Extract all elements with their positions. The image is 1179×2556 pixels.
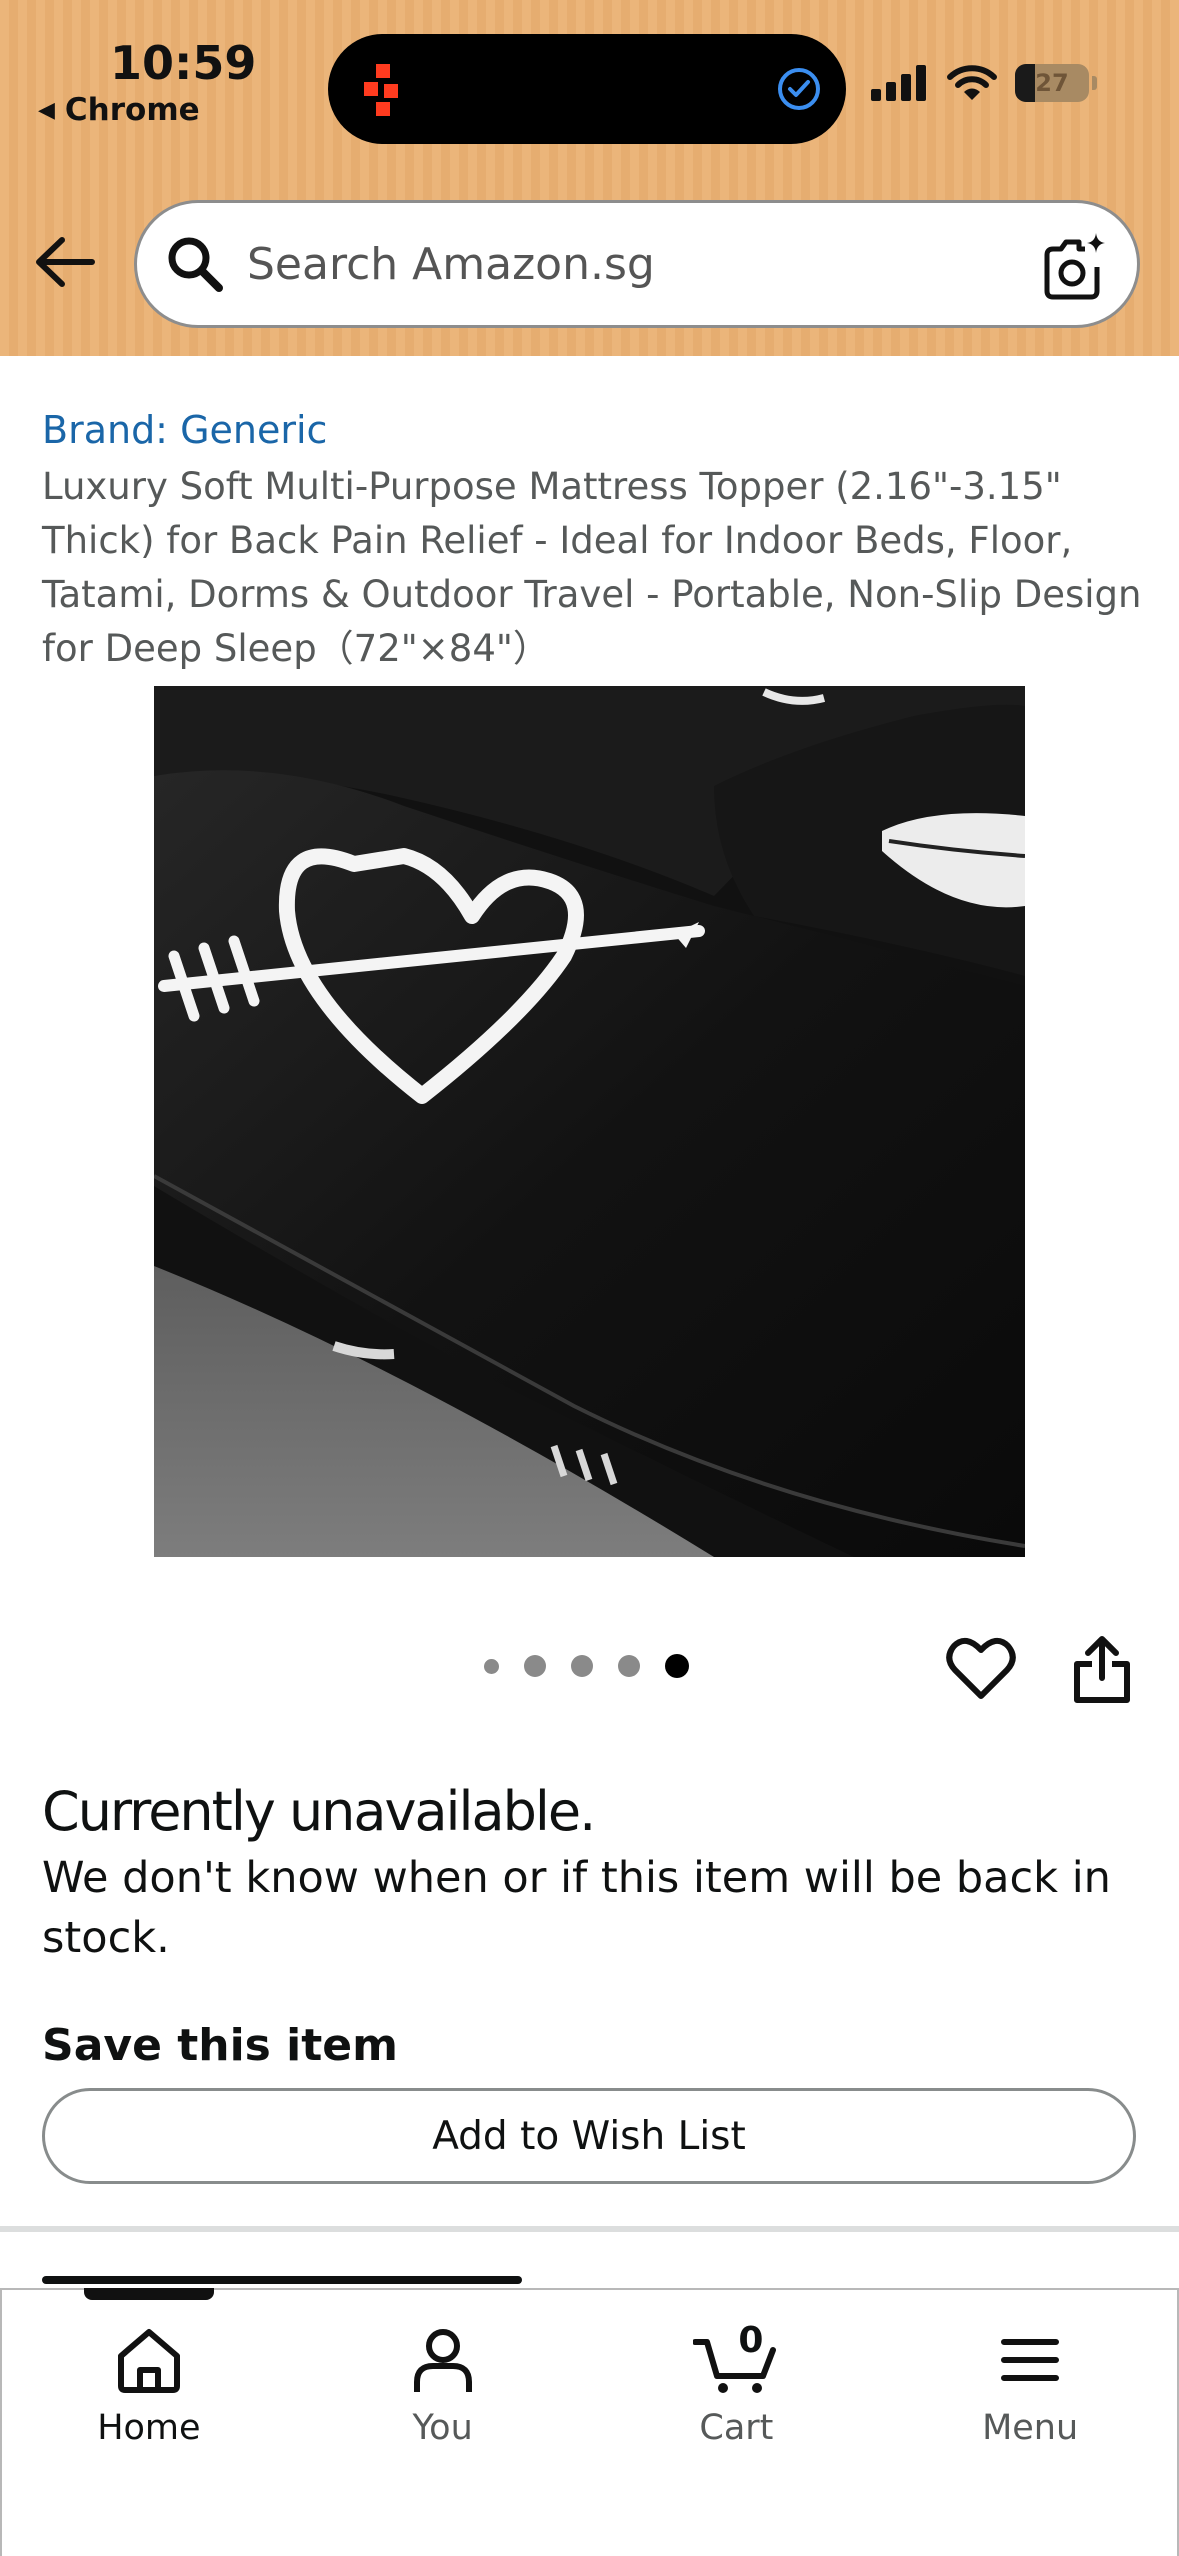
- next-section-heading: [42, 2262, 602, 2290]
- search-icon: [168, 237, 223, 292]
- back-arrow-icon[interactable]: [34, 236, 96, 288]
- image-carousel-dots[interactable]: [484, 1654, 689, 1678]
- cart-count-badge: 0: [738, 2320, 764, 2361]
- back-app-label: Chrome: [64, 92, 200, 128]
- status-time: 10:59: [110, 36, 257, 90]
- share-icon[interactable]: [1072, 1636, 1132, 1704]
- tab-label-menu: Menu: [982, 2408, 1079, 2448]
- availability-message: We don't know when or if this item will …: [42, 1853, 1111, 1963]
- battery-level: 27: [1035, 69, 1069, 97]
- availability-status: Currently unavailable.: [42, 1780, 596, 1843]
- battery-fill: [1015, 64, 1035, 102]
- screen-record-icon: [364, 64, 398, 116]
- top-header: 10:59 ◀ Chrome 27: [0, 0, 1179, 356]
- carousel-dot[interactable]: [484, 1658, 499, 1674]
- mattress-topper-photo: [154, 686, 1025, 1557]
- active-tab-indicator: [84, 2288, 214, 2300]
- menu-icon: [1001, 2339, 1060, 2381]
- battery-nub: [1092, 76, 1097, 90]
- dynamic-island: [328, 34, 846, 144]
- cellular-signal-icon: [871, 65, 926, 101]
- person-icon: [413, 2329, 472, 2392]
- battery-icon: 27: [1015, 64, 1089, 102]
- camera-sparkle-icon[interactable]: [1039, 231, 1109, 303]
- bottom-tab-bar: Home You 0 Cart Menu: [0, 2288, 1179, 2556]
- carousel-dot[interactable]: [618, 1655, 640, 1677]
- section-divider: [0, 2226, 1179, 2232]
- tab-cart[interactable]: 0 Cart: [590, 2290, 884, 2556]
- add-to-wish-list-button[interactable]: Add to Wish List: [42, 2088, 1136, 2184]
- carousel-dot[interactable]: [524, 1655, 546, 1677]
- product-title: Luxury Soft Multi-Purpose Mattress Toppe…: [42, 465, 1142, 670]
- tab-menu[interactable]: Menu: [883, 2290, 1177, 2556]
- brand-link[interactable]: Brand: Generic: [42, 408, 327, 452]
- back-to-app-link[interactable]: ◀ Chrome: [38, 92, 200, 128]
- carousel-dot-active[interactable]: [665, 1654, 689, 1678]
- checkmark-circle-icon: [778, 68, 820, 110]
- tab-you[interactable]: You: [296, 2290, 590, 2556]
- carousel-dot[interactable]: [571, 1655, 593, 1677]
- save-item-heading: Save this item: [42, 2020, 398, 2071]
- wifi-icon: [947, 65, 997, 100]
- cart-icon: [693, 2339, 777, 2393]
- status-icons: 27: [871, 64, 1097, 102]
- tab-label-cart: Cart: [699, 2408, 774, 2448]
- home-icon: [117, 2329, 180, 2393]
- heart-icon[interactable]: [946, 1636, 1016, 1702]
- product-image[interactable]: [154, 686, 1025, 1557]
- tab-label-you: You: [412, 2408, 473, 2448]
- search-bar[interactable]: [134, 200, 1140, 328]
- tab-label-home: Home: [97, 2408, 201, 2448]
- search-input[interactable]: [247, 238, 1007, 290]
- back-triangle-icon: ◀: [38, 97, 55, 123]
- tab-home[interactable]: Home: [2, 2288, 296, 2556]
